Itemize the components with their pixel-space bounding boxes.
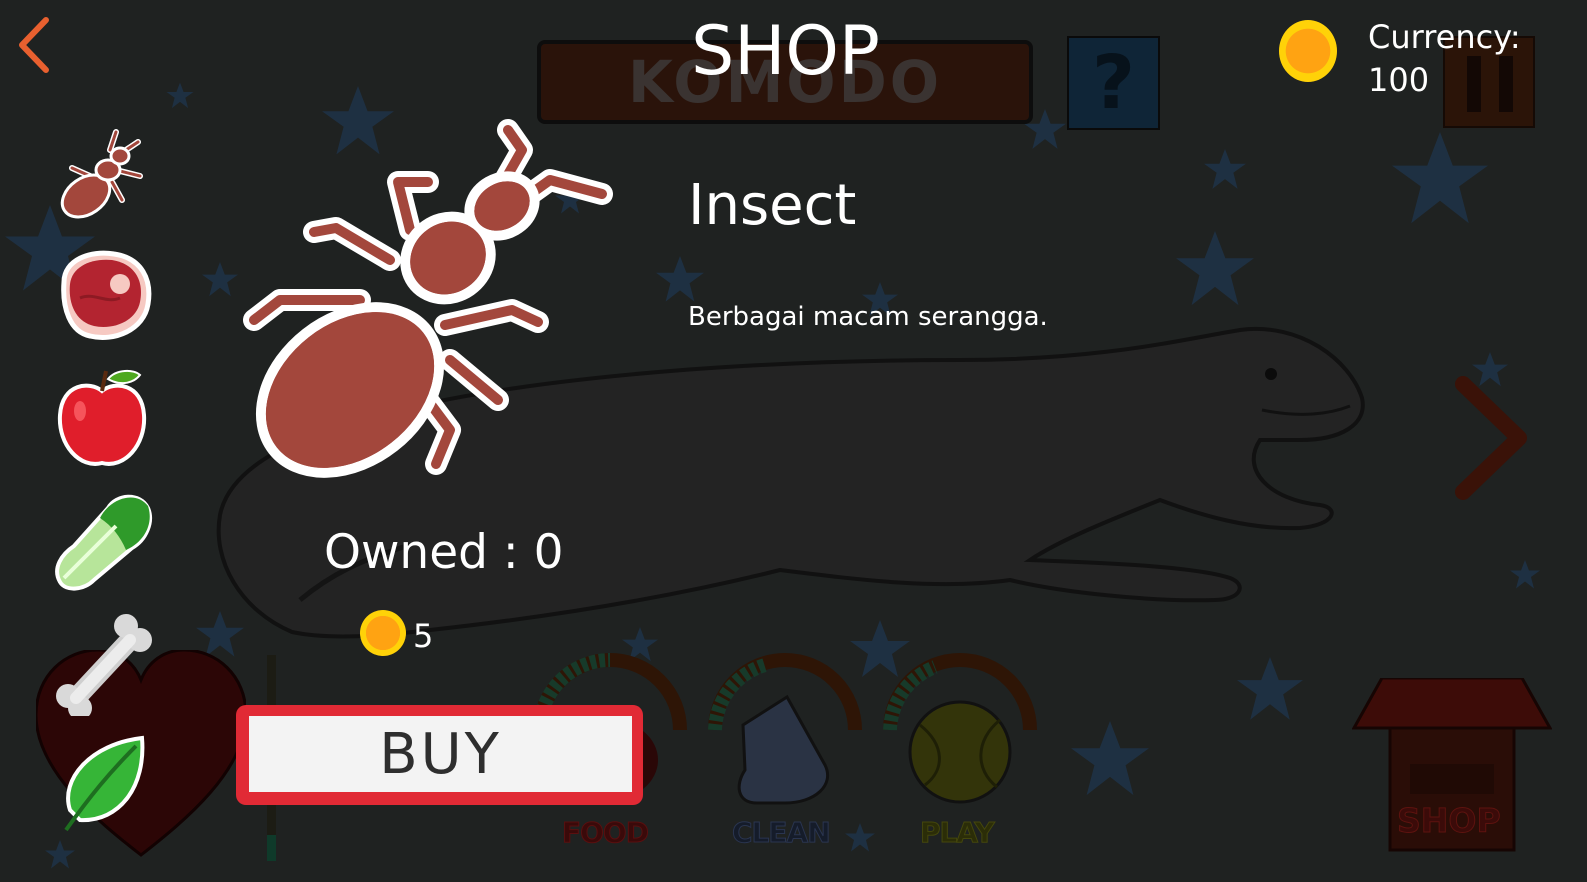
leaf-icon [64,735,145,832]
price-coin-icon [360,610,406,656]
category-leaf[interactable] [50,730,156,836]
shop-title: SHOP [691,12,880,91]
insect-icon [60,129,143,219]
play-label: PLAY [920,816,996,850]
owned-count: Owned : 0 [324,525,564,580]
play-gauge [883,653,1037,804]
food-label: FOOD [562,816,650,850]
back-arrow-button[interactable] [12,14,56,76]
category-insect[interactable] [50,120,156,226]
category-lettuce[interactable] [50,488,156,594]
apple-icon [57,369,147,466]
clean-gauge [708,653,862,805]
shop-screen: KOMODO ? FOOD CLEAN PLAY SHOP SHOP Curre… [0,0,1587,882]
meat-icon [61,250,152,340]
buy-button-label: BUY [249,716,632,792]
item-name: Insect [688,173,857,238]
meter-bar-fill [267,835,276,861]
buy-button[interactable]: BUY [236,705,643,805]
currency-label: Currency: [1368,18,1521,56]
item-description: Berbagai macam serangga. [688,302,1048,332]
category-bone[interactable] [50,610,156,720]
clean-label: CLEAN [732,816,832,850]
category-apple[interactable] [50,365,156,471]
shop-building-label: SHOP [1397,801,1502,841]
currency-value: 100 [1368,61,1430,99]
lettuce-icon [55,494,152,591]
category-meat[interactable] [50,242,156,348]
item-preview-insect-icon [243,119,613,478]
next-arrow-button[interactable] [1453,376,1529,500]
bone-icon [56,614,152,720]
item-price: 5 [413,617,434,655]
coin-icon [1279,20,1337,82]
